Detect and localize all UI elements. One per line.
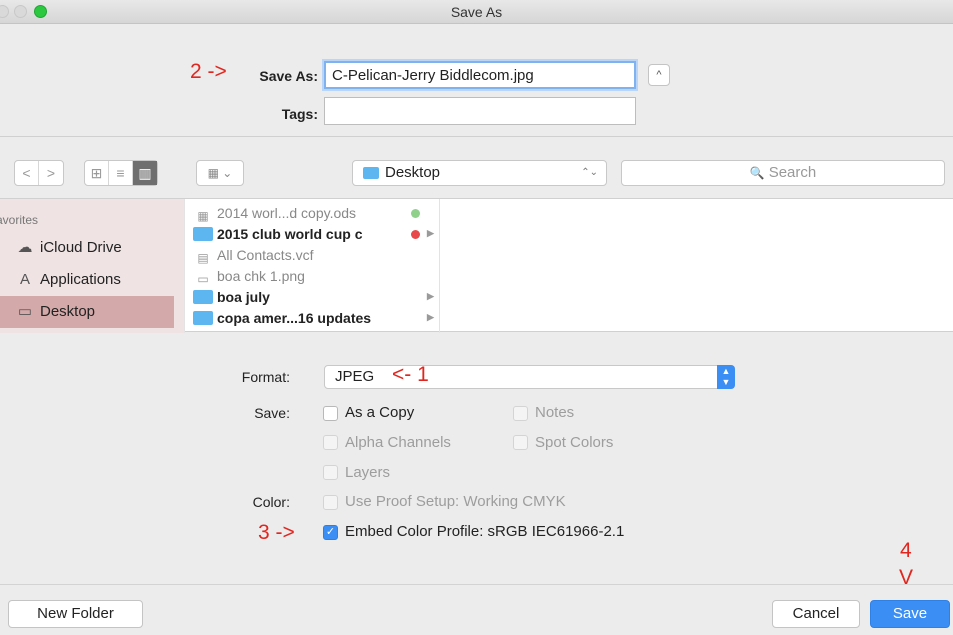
back-button[interactable]: < xyxy=(15,161,39,185)
disclosure-arrow-icon: ▶ xyxy=(427,228,434,238)
sidebar-item-desktop[interactable]: ▭ Desktop xyxy=(0,296,174,328)
applications-icon: A xyxy=(19,271,30,288)
vcard-file-icon: ▤ xyxy=(197,251,209,265)
list-view-icon[interactable]: ≡ xyxy=(109,161,133,185)
sidebar: avorites ☁ iCloud Drive A Applications ▭ De… xyxy=(0,199,184,333)
disclosure-arrow-icon: ▶ xyxy=(427,312,434,322)
icon-view-icon[interactable]: ⊞ xyxy=(85,161,109,185)
list-item[interactable]: boa july ▶ xyxy=(193,286,439,307)
dialog-footer: New Folder Cancel Save xyxy=(0,584,953,635)
file-name: boa july xyxy=(217,288,270,305)
embed-color-profile-checkbox[interactable]: ✓ xyxy=(323,525,338,540)
alpha-channels-label: Alpha Channels xyxy=(345,434,451,451)
sidebar-item-icloud-drive[interactable]: ☁ iCloud Drive xyxy=(10,232,184,264)
layers-checkbox[interactable] xyxy=(323,465,338,480)
alpha-channels-checkbox[interactable] xyxy=(323,435,338,450)
format-value: JPEG xyxy=(335,368,375,385)
spreadsheet-file-icon: ▦ xyxy=(197,209,209,223)
use-proof-setup-label: Use Proof Setup: Working CMYK xyxy=(345,493,566,510)
annotation-step-2: 2 -> xyxy=(190,60,227,83)
sidebar-item-applications[interactable]: A Applications xyxy=(10,264,184,296)
list-item[interactable]: ▤ All Contacts.vcf xyxy=(193,244,439,265)
color-label: Color: xyxy=(252,494,290,510)
notes-label: Notes xyxy=(535,404,575,421)
as-a-copy-label: As a Copy xyxy=(345,404,415,421)
notes-checkbox[interactable] xyxy=(513,406,528,421)
navigation-buttons: < > xyxy=(14,160,64,186)
list-item[interactable]: ▦ 2014 worl...d copy.ods xyxy=(193,202,439,223)
sidebar-item-label: Desktop xyxy=(40,303,96,320)
search-icon: 🔍 xyxy=(749,166,765,180)
file-name: 2015 club world cup c xyxy=(217,225,363,242)
spot-colors-checkbox[interactable] xyxy=(513,435,528,450)
finder-toolbar: < > ⊞ ≡ ▥ ▦ ⌄ Desktop ⌃⌄ 🔍 Search xyxy=(0,150,953,196)
save-as-label: Save As: xyxy=(259,68,318,84)
list-item[interactable]: ▭ boa chk 1.png xyxy=(193,265,439,286)
column-view-icon[interactable]: ▥ xyxy=(133,161,157,185)
image-file-icon: ▭ xyxy=(197,272,209,286)
save-options-label: Save: xyxy=(254,405,290,421)
as-a-copy-checkbox[interactable] xyxy=(323,406,338,421)
stepper-icon: ⌃⌄ xyxy=(581,167,598,178)
file-name: copa amer...16 updates xyxy=(217,309,372,326)
file-name: boa chk 1.png xyxy=(217,267,305,284)
location-label: Desktop xyxy=(385,164,441,181)
chevron-up-icon: ^ xyxy=(656,69,662,81)
filename-panel: 2 -> Save As: C-Pelican-Jerry Biddlecom.… xyxy=(0,24,953,137)
title-bar: Save As xyxy=(0,0,953,24)
format-popup[interactable]: JPEG ▲ ▼ xyxy=(324,365,735,389)
layers-label: Layers xyxy=(345,464,391,481)
list-item[interactable]: copa amer...16 updates ▶ xyxy=(193,307,439,328)
annotation-step-3: 3 -> xyxy=(258,521,295,544)
checkmark-icon: ✓ xyxy=(325,526,336,538)
disclosure-arrow-icon: ▶ xyxy=(427,291,434,301)
format-options-panel: Format: JPEG ▲ ▼ <- 1 Save: As a Copy Not… xyxy=(0,333,953,589)
red-tag-icon xyxy=(411,230,420,239)
folder-icon xyxy=(193,290,213,305)
save-button[interactable]: Save xyxy=(870,600,950,628)
filename-field[interactable]: C-Pelican-Jerry Biddlecom.jpg xyxy=(324,61,636,89)
folder-icon xyxy=(193,311,213,326)
view-mode-buttons: ⊞ ≡ ▥ xyxy=(84,160,158,186)
sidebar-item-label: Applications xyxy=(40,271,121,288)
use-proof-setup-checkbox[interactable] xyxy=(323,495,338,510)
save-as-dialog: Save As 2 -> Save As: C-Pelican-Jerry Bi… xyxy=(0,0,953,635)
tags-label: Tags: xyxy=(281,106,318,122)
stepper-icon: ▲ ▼ xyxy=(717,365,735,389)
folder-icon xyxy=(193,227,213,242)
location-popup[interactable]: Desktop ⌃⌄ xyxy=(352,160,607,186)
sidebar-item-label: iCloud Drive xyxy=(40,239,122,256)
embed-color-profile-label: Embed Color Profile: sRGB IEC61966-2.1 xyxy=(345,523,625,540)
cloud-icon: ☁ xyxy=(17,239,33,256)
annotation-step-4: 4 xyxy=(900,539,912,562)
tags-field[interactable] xyxy=(324,97,636,125)
expand-dialog-button[interactable]: ^ xyxy=(648,64,670,86)
spot-colors-label: Spot Colors xyxy=(535,434,614,451)
window-title: Save As xyxy=(450,4,503,20)
forward-button[interactable]: > xyxy=(39,161,63,185)
file-browser: avorites ☁ iCloud Drive A Applications ▭ De… xyxy=(0,198,953,333)
new-folder-button[interactable]: New Folder xyxy=(8,600,143,628)
list-item[interactable]: 2015 club world cup c ▶ xyxy=(193,223,439,244)
green-tag-icon xyxy=(411,209,420,218)
folder-icon xyxy=(363,167,379,180)
file-name: All Contacts.vcf xyxy=(217,246,314,263)
search-field[interactable]: 🔍 Search xyxy=(621,160,945,186)
desktop-column: ▦ 2014 worl...d copy.ods 2015 club world … xyxy=(184,199,440,333)
arrange-menu-button[interactable]: ▦ ⌄ xyxy=(196,160,244,186)
desktop-icon: ▭ xyxy=(17,303,33,320)
sidebar-header-favorites: avorites xyxy=(0,213,39,227)
cancel-button[interactable]: Cancel xyxy=(772,600,860,628)
search-placeholder: Search xyxy=(768,164,817,181)
format-label: Format: xyxy=(241,369,290,385)
annotation-step-1: <- 1 xyxy=(392,363,429,386)
file-name: 2014 worl...d copy.ods xyxy=(217,204,357,221)
